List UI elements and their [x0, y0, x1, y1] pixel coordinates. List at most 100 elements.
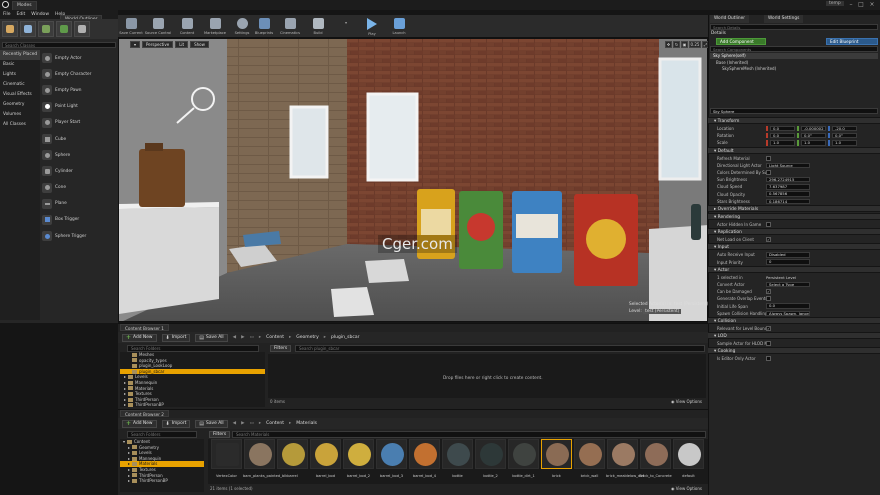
tab-world-settings[interactable]: World Settings — [764, 15, 804, 23]
perspective-dropdown[interactable]: Perspective — [142, 41, 174, 48]
asset-search-input[interactable]: Search plugin_sbcar — [295, 345, 705, 352]
property-value-field[interactable]: Light Source — [766, 162, 810, 169]
category-recently-placed[interactable]: Recently Placed — [0, 50, 40, 60]
component-row-mesh[interactable]: SkySphereMesh (Inherited) — [722, 66, 776, 71]
tab-modes[interactable]: Modes — [12, 1, 37, 10]
vector-component-field[interactable]: 0.0° — [832, 133, 857, 139]
add-new-button[interactable]: + Add New — [122, 419, 157, 428]
asset-thumbnail[interactable] — [541, 439, 572, 469]
property-checkbox[interactable] — [766, 341, 771, 347]
section-lod[interactable]: ▾ LOD — [708, 332, 880, 340]
breadcrumb-plugin-sbcar[interactable]: plugin_sbcar — [331, 335, 359, 340]
build-button[interactable]: Build — [307, 17, 329, 37]
vector-component-field[interactable]: 0.0 — [770, 133, 795, 139]
property-value-field[interactable]: Select a Type — [766, 281, 810, 288]
breadcrumb-content[interactable]: Content — [266, 421, 284, 426]
asset-thumbnail[interactable] — [343, 439, 374, 469]
lit-dropdown[interactable]: Lit — [175, 41, 189, 48]
asset-thumbnail[interactable] — [607, 439, 638, 469]
vector-component-field[interactable]: 1.0 — [832, 140, 857, 146]
foliage-mode-icon[interactable] — [56, 21, 72, 37]
category-cinematic[interactable]: Cinematic — [0, 80, 40, 90]
component-row-self[interactable]: Sky Sphere(self) — [710, 53, 878, 59]
asset-thumbnail[interactable] — [376, 439, 407, 469]
property-value-field[interactable]: 0 — [766, 259, 810, 265]
property-checkbox[interactable] — [766, 237, 771, 243]
category-basic[interactable]: Basic — [0, 60, 40, 70]
list-item[interactable]: Cone — [40, 180, 116, 196]
edit-blueprint-button[interactable]: Edit Blueprint — [826, 38, 878, 45]
breadcrumb-geometry[interactable]: Geometry — [296, 335, 318, 340]
add-new-button[interactable]: + Add New — [122, 333, 157, 342]
asset-thumbnail[interactable] — [409, 439, 440, 469]
paint-mode-icon[interactable] — [20, 21, 36, 37]
list-item[interactable]: Empty Pawn — [40, 82, 116, 98]
blueprints-button[interactable]: Blueprints — [253, 17, 275, 37]
property-value-field[interactable]: 0.0 — [766, 303, 810, 309]
tree-row[interactable]: ▸ ThirdPersonBP — [120, 402, 265, 408]
geometry-mode-icon[interactable] — [74, 21, 90, 37]
play-button[interactable]: Play — [361, 17, 383, 37]
property-value-field[interactable]: 0.186714 — [766, 198, 810, 205]
category-all-classes[interactable]: All Classes — [0, 120, 40, 130]
save-all-button[interactable]: ▤ Save All — [195, 419, 228, 428]
property-checkbox[interactable] — [766, 289, 771, 295]
landscape-mode-icon[interactable] — [38, 21, 54, 37]
maximize-icon[interactable]: □ — [856, 1, 866, 8]
cinematics-button[interactable]: Cinematics — [279, 17, 301, 37]
asset-thumbnail[interactable] — [244, 439, 275, 469]
section-rendering[interactable]: ▾ Rendering — [708, 213, 880, 220]
scale-icon[interactable]: ▣ — [681, 41, 688, 48]
view-options-button[interactable]: ◉ View Options — [671, 486, 702, 491]
close-icon[interactable]: × — [867, 1, 877, 8]
section-replication[interactable]: ▾ Replication — [708, 228, 880, 236]
add-component-button[interactable]: Add Component — [716, 38, 766, 45]
menu-file[interactable]: File — [3, 12, 11, 17]
actor-name-field[interactable]: Sky Sphere — [710, 108, 878, 114]
rotate-icon[interactable]: ↻ — [673, 41, 680, 48]
property-value-field[interactable]: 296.2724915 — [766, 177, 810, 183]
save-all-button[interactable]: ▤ Save All — [195, 333, 228, 342]
view-options-button[interactable]: ◉ View Options — [671, 399, 702, 404]
filters-button[interactable]: Filters — [270, 345, 292, 352]
property-value-field[interactable]: 0.567856 — [766, 191, 810, 197]
category-volumes[interactable]: Volumes — [0, 110, 40, 120]
vector-component-field[interactable]: -20.0 — [832, 125, 857, 132]
category-geometry[interactable]: Geometry — [0, 100, 40, 110]
menu-window[interactable]: Window — [31, 12, 49, 17]
section-actor[interactable]: ▾ Actor — [708, 265, 880, 273]
asset-thumbnail[interactable] — [277, 439, 308, 469]
asset-thumbnail[interactable] — [640, 439, 671, 469]
property-checkbox[interactable] — [766, 356, 771, 362]
vector-component-field[interactable]: -0.000002 — [801, 125, 826, 132]
section-default[interactable]: ▾ Default — [708, 146, 880, 154]
back-icon[interactable]: ◀ — [233, 421, 236, 426]
breadcrumb-materials[interactable]: Materials — [296, 421, 317, 426]
vector-component-field[interactable]: 0.0 — [770, 125, 795, 132]
source-control-button[interactable]: Source Control — [145, 17, 171, 37]
list-item[interactable]: Point Light — [40, 99, 116, 115]
property-checkbox[interactable] — [766, 326, 771, 332]
section-transform[interactable]: ▾ Transform — [708, 117, 880, 124]
property-value-field[interactable]: Disabled — [766, 252, 810, 258]
back-icon[interactable]: ◀ — [233, 335, 236, 340]
asset-view[interactable]: VertexColor barn_planks_painted_blk barrel… — [208, 439, 708, 484]
list-item[interactable]: Sphere Trigger — [40, 228, 116, 244]
settings-button[interactable]: Settings — [231, 17, 253, 37]
search-components-input[interactable]: Search Components — [710, 46, 878, 52]
import-button[interactable]: ⬇ Import — [161, 419, 191, 428]
property-checkbox[interactable] — [766, 170, 771, 176]
camera-speed-badge[interactable]: 0.25 — [689, 41, 701, 48]
breadcrumb-content[interactable]: Content — [266, 335, 284, 340]
translate-icon[interactable]: ✥ — [665, 41, 672, 48]
tab-content-browser-2[interactable]: Content Browser 2 — [120, 410, 169, 417]
property-value-field[interactable]: 7.637987 — [766, 184, 810, 190]
minimize-icon[interactable]: – — [846, 1, 856, 8]
list-item[interactable]: Cylinder — [40, 163, 116, 179]
asset-thumbnail[interactable] — [442, 439, 473, 469]
level-viewport[interactable] — [118, 38, 708, 322]
folder-search-input[interactable]: Search Folders — [127, 431, 197, 438]
asset-thumbnail[interactable] — [508, 439, 539, 469]
vector-component-field[interactable]: 0.0° — [801, 133, 826, 139]
menu-edit[interactable]: Edit — [17, 12, 26, 17]
